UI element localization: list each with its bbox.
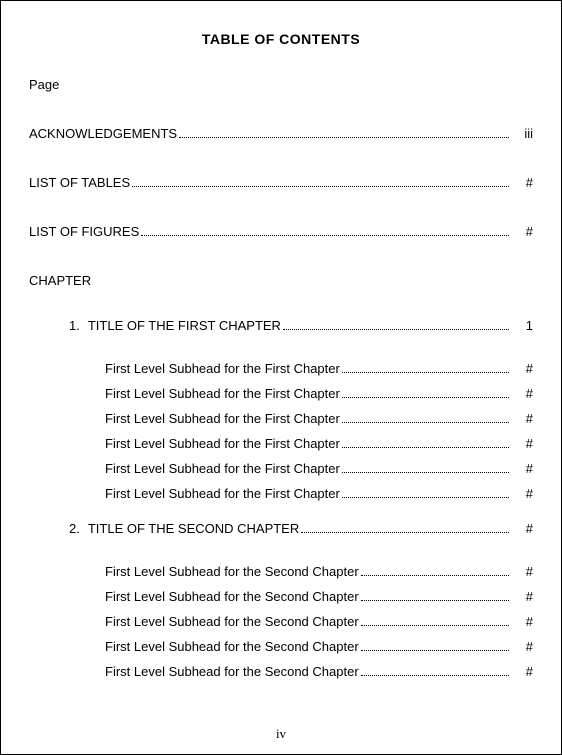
subhead-entry: First Level Subhead for the Second Chapt…: [29, 614, 533, 629]
subhead-entry: First Level Subhead for the First Chapte…: [29, 411, 533, 426]
subhead-entry: First Level Subhead for the Second Chapt…: [29, 589, 533, 604]
chapter-number: 1.: [69, 318, 80, 333]
leader-dots: [342, 472, 509, 473]
chapter-section-heading: CHAPTER: [29, 273, 533, 288]
page-footer-number: iv: [1, 726, 561, 742]
chapter-entry: 2. TITLE OF THE SECOND CHAPTER #: [29, 521, 533, 536]
leader-dots: [361, 625, 509, 626]
leader-dots: [342, 397, 509, 398]
subhead-page: #: [513, 411, 533, 426]
leader-dots: [342, 422, 509, 423]
subhead-label: First Level Subhead for the First Chapte…: [105, 436, 340, 451]
leader-dots: [283, 329, 509, 330]
subhead-entry: First Level Subhead for the Second Chapt…: [29, 564, 533, 579]
subhead-page: #: [513, 486, 533, 501]
subhead-entry: First Level Subhead for the Second Chapt…: [29, 639, 533, 654]
subhead-label: First Level Subhead for the First Chapte…: [105, 411, 340, 426]
subhead-label: First Level Subhead for the First Chapte…: [105, 461, 340, 476]
toc-entry-list-of-figures: LIST OF FIGURES #: [29, 224, 533, 239]
toc-entry-acknowledgements: ACKNOWLEDGEMENTS iii: [29, 126, 533, 141]
toc-entry-list-of-tables: LIST OF TABLES #: [29, 175, 533, 190]
leader-dots: [361, 650, 509, 651]
chapter-page: 1: [513, 318, 533, 333]
toc-entry-label: LIST OF TABLES: [29, 175, 130, 190]
toc-entry-page: iii: [513, 126, 533, 141]
subhead-block: First Level Subhead for the Second Chapt…: [29, 564, 533, 679]
subhead-page: #: [513, 564, 533, 579]
toc-entry-page: #: [513, 175, 533, 190]
subhead-entry: First Level Subhead for the Second Chapt…: [29, 664, 533, 679]
subhead-page: #: [513, 386, 533, 401]
subhead-page: #: [513, 639, 533, 654]
subhead-page: #: [513, 664, 533, 679]
leader-dots: [179, 137, 509, 138]
subhead-page: #: [513, 436, 533, 451]
leader-dots: [361, 575, 509, 576]
chapter-block: 2. TITLE OF THE SECOND CHAPTER # First L…: [29, 521, 533, 679]
subhead-label: First Level Subhead for the Second Chapt…: [105, 614, 359, 629]
chapter-entry: 1. TITLE OF THE FIRST CHAPTER 1: [29, 318, 533, 333]
leader-dots: [132, 186, 509, 187]
leader-dots: [301, 532, 509, 533]
subhead-entry: First Level Subhead for the First Chapte…: [29, 361, 533, 376]
toc-entry-page: #: [513, 224, 533, 239]
leader-dots: [361, 675, 509, 676]
subhead-page: #: [513, 461, 533, 476]
chapter-page: #: [513, 521, 533, 536]
leader-dots: [342, 447, 509, 448]
subhead-entry: First Level Subhead for the First Chapte…: [29, 461, 533, 476]
subhead-label: First Level Subhead for the Second Chapt…: [105, 664, 359, 679]
subhead-label: First Level Subhead for the Second Chapt…: [105, 639, 359, 654]
subhead-page: #: [513, 361, 533, 376]
toc-entry-label: LIST OF FIGURES: [29, 224, 139, 239]
subhead-page: #: [513, 589, 533, 604]
subhead-label: First Level Subhead for the First Chapte…: [105, 386, 340, 401]
leader-dots: [141, 235, 509, 236]
page-column-label: Page: [29, 77, 533, 92]
subhead-label: First Level Subhead for the First Chapte…: [105, 486, 340, 501]
chapter-block: 1. TITLE OF THE FIRST CHAPTER 1 First Le…: [29, 318, 533, 501]
leader-dots: [342, 372, 509, 373]
leader-dots: [342, 497, 509, 498]
chapter-title: TITLE OF THE FIRST CHAPTER: [88, 318, 281, 333]
chapter-number: 2.: [69, 521, 80, 536]
subhead-page: #: [513, 614, 533, 629]
leader-dots: [361, 600, 509, 601]
subhead-label: First Level Subhead for the Second Chapt…: [105, 589, 359, 604]
chapter-title: TITLE OF THE SECOND CHAPTER: [88, 521, 299, 536]
subhead-entry: First Level Subhead for the First Chapte…: [29, 436, 533, 451]
subhead-block: First Level Subhead for the First Chapte…: [29, 361, 533, 501]
toc-title: TABLE OF CONTENTS: [29, 31, 533, 47]
subhead-label: First Level Subhead for the First Chapte…: [105, 361, 340, 376]
subhead-label: First Level Subhead for the Second Chapt…: [105, 564, 359, 579]
toc-entry-label: ACKNOWLEDGEMENTS: [29, 126, 177, 141]
subhead-entry: First Level Subhead for the First Chapte…: [29, 486, 533, 501]
subhead-entry: First Level Subhead for the First Chapte…: [29, 386, 533, 401]
